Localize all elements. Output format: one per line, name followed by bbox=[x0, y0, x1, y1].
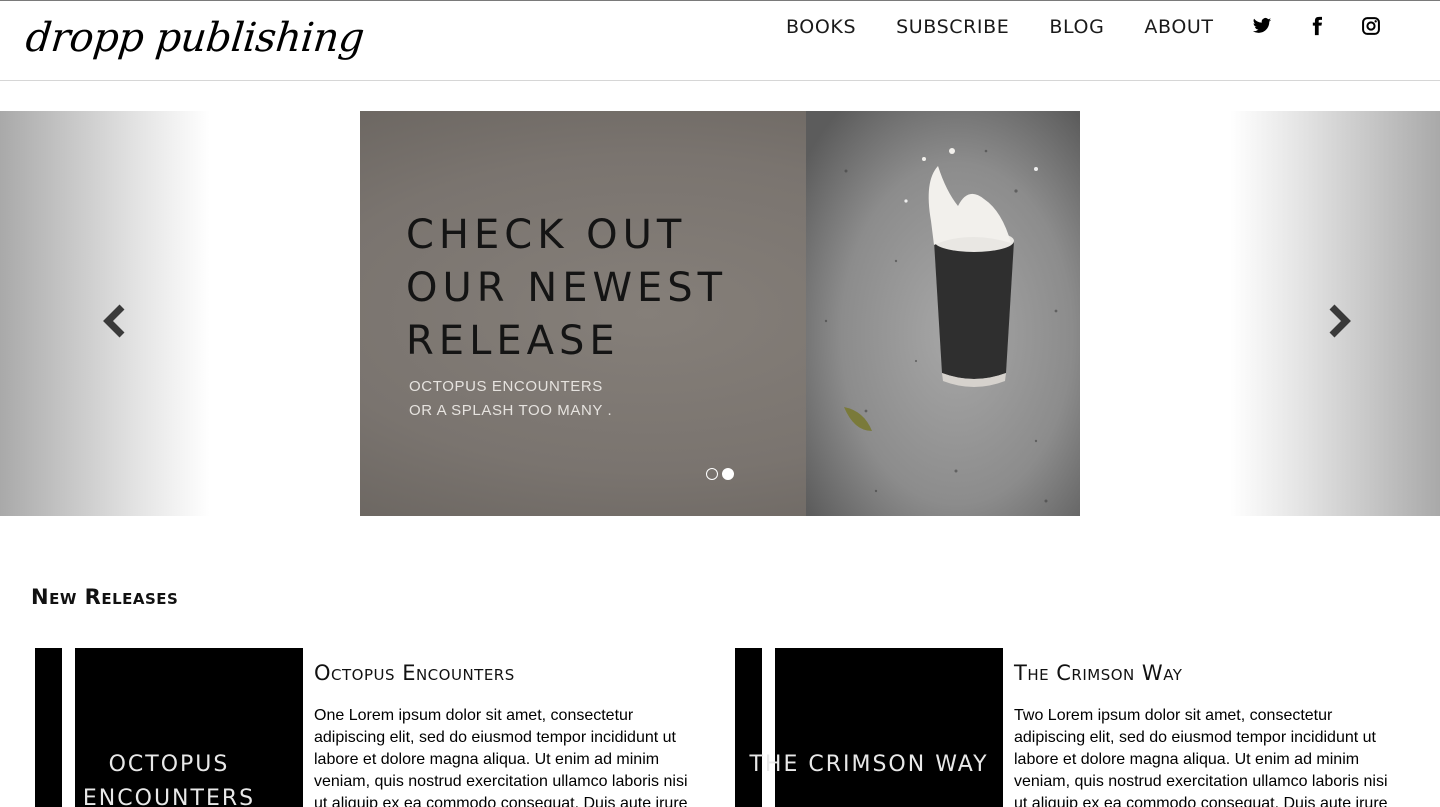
carousel-dot-1[interactable] bbox=[706, 468, 718, 480]
nav-books[interactable]: BOOKS bbox=[786, 16, 856, 38]
book-title[interactable]: Octopus Encounters bbox=[314, 661, 515, 685]
facebook-icon[interactable] bbox=[1307, 16, 1327, 36]
slide-subtitle: OCTOPUS ENCOUNTERS OR A SPLASH TOO MANY … bbox=[409, 375, 612, 423]
slide-headline: CHECK OUT OUR NEWEST RELEASE bbox=[406, 209, 786, 368]
cover-line: OCTOPUS bbox=[108, 752, 230, 777]
hero-carousel: CHECK OUT OUR NEWEST RELEASE OCTOPUS ENC… bbox=[0, 111, 1440, 516]
book-card: THE CRIMSON WAY The Crimson Way Two Lore… bbox=[735, 648, 1415, 807]
book-description: One Lorem ipsum dolor sit amet, consecte… bbox=[314, 707, 688, 807]
twitter-icon[interactable] bbox=[1252, 16, 1272, 36]
subtitle-line: OCTOPUS ENCOUNTERS bbox=[409, 378, 603, 395]
instagram-icon[interactable] bbox=[1361, 16, 1381, 36]
nav-subscribe[interactable]: SUBSCRIBE bbox=[896, 16, 1009, 38]
book-cover[interactable]: THE CRIMSON WAY bbox=[735, 648, 1003, 807]
site-header: dropp publishing BOOKS SUBSCRIBE BLOG AB… bbox=[0, 0, 1440, 81]
chevron-right-icon bbox=[1326, 303, 1354, 339]
chevron-left-icon bbox=[100, 303, 128, 339]
headline-line: RELEASE bbox=[406, 318, 620, 364]
carousel-dot-2[interactable] bbox=[722, 468, 734, 480]
headline-line: CHECK OUT bbox=[406, 212, 687, 258]
carousel-next-button[interactable] bbox=[1230, 111, 1440, 516]
carousel-slide[interactable]: CHECK OUT OUR NEWEST RELEASE OCTOPUS ENC… bbox=[360, 111, 1080, 516]
cover-stripe bbox=[762, 648, 775, 807]
cover-title: OCTOPUS ENCOUNTERS bbox=[35, 748, 303, 807]
carousel-prev-button[interactable] bbox=[0, 111, 210, 516]
cover-line: ENCOUNTERS bbox=[82, 786, 256, 807]
book-description: Two Lorem ipsum dolor sit amet, consecte… bbox=[1014, 707, 1388, 807]
slide-photo bbox=[806, 111, 1080, 516]
main-nav: BOOKS SUBSCRIBE BLOG ABOUT bbox=[786, 15, 1254, 39]
subtitle-line: OR A SPLASH TOO MANY . bbox=[409, 402, 613, 419]
headline-line: OUR NEWEST bbox=[406, 265, 728, 311]
cover-title: THE CRIMSON WAY bbox=[735, 748, 1003, 782]
nav-about[interactable]: ABOUT bbox=[1144, 16, 1213, 38]
book-card: OCTOPUS ENCOUNTERS Octopus Encounters On… bbox=[35, 648, 715, 807]
book-title[interactable]: The Crimson Way bbox=[1014, 661, 1182, 685]
section-title: New Releases bbox=[31, 585, 179, 609]
nav-blog[interactable]: BLOG bbox=[1049, 16, 1104, 38]
carousel-indicators bbox=[706, 468, 734, 480]
cover-line: THE CRIMSON WAY bbox=[749, 752, 989, 777]
site-logo[interactable]: dropp publishing bbox=[24, 15, 367, 61]
book-cover[interactable]: OCTOPUS ENCOUNTERS bbox=[35, 648, 303, 807]
